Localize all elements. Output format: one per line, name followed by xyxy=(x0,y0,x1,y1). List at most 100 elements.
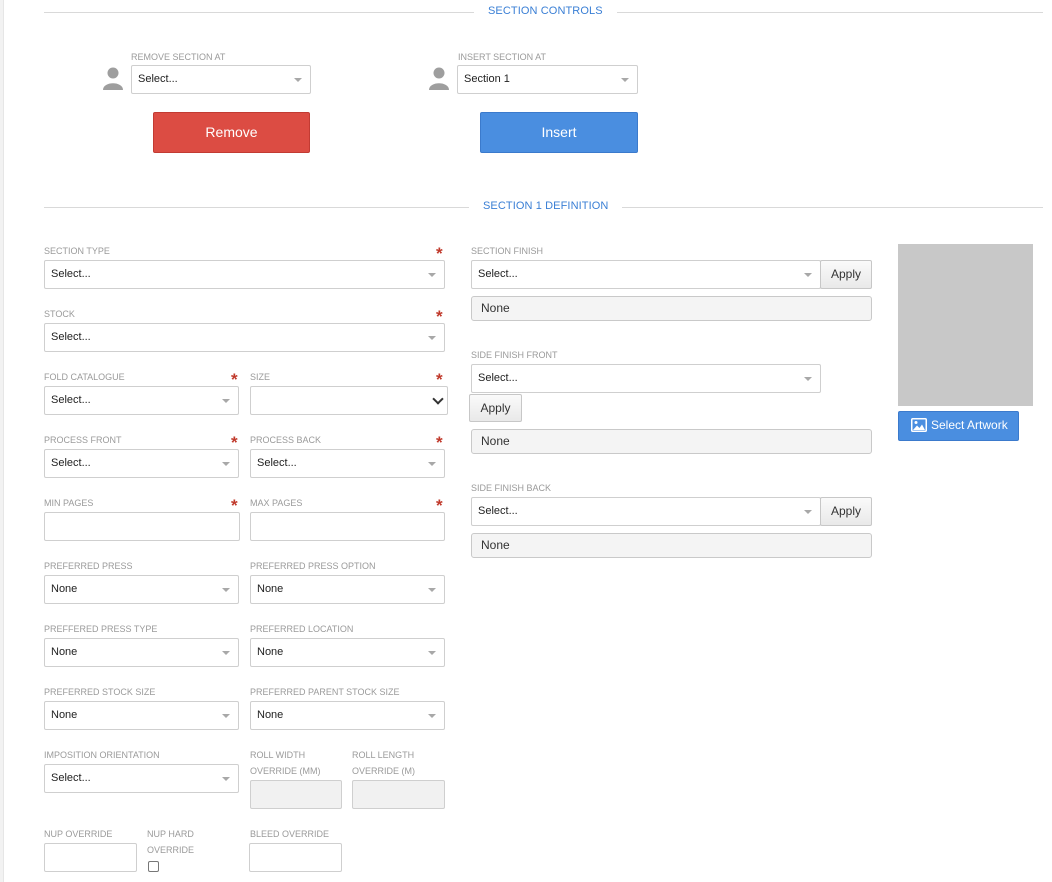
required-marker: * xyxy=(231,496,238,515)
side-finish-front-select[interactable]: Select... xyxy=(471,364,821,393)
insert-section-label: INSERT SECTION AT xyxy=(458,52,547,62)
caret-down-icon xyxy=(294,78,302,82)
size-label: SIZE xyxy=(250,372,271,382)
required-marker: * xyxy=(436,433,443,452)
imposition-orientation-select[interactable]: Select... xyxy=(44,764,239,793)
process-front-select[interactable]: Select... xyxy=(44,449,239,478)
caret-down-icon xyxy=(222,588,230,592)
preferred-press-option-select[interactable]: None xyxy=(250,575,445,604)
fold-catalogue-select[interactable]: Select... xyxy=(44,386,239,415)
min-pages-label: MIN PAGES xyxy=(44,498,94,508)
roll-width-label-line2: OVERRIDE (MM) xyxy=(250,766,321,776)
user-icon xyxy=(429,67,449,90)
process-back-value: Select... xyxy=(257,457,297,469)
artwork-preview xyxy=(898,244,1033,406)
remove-button[interactable]: Remove xyxy=(153,112,310,153)
section-type-select[interactable]: Select... xyxy=(44,260,445,289)
preferred-press-value: None xyxy=(51,583,78,595)
required-marker: * xyxy=(436,496,443,515)
preffered-press-type-value: None xyxy=(51,646,78,658)
section-type-value: Select... xyxy=(51,268,91,280)
caret-down-icon xyxy=(804,273,812,277)
section-finish-value: Select... xyxy=(478,268,518,280)
user-icon xyxy=(103,67,123,90)
nup-override-label: NUP OVERRIDE xyxy=(44,829,113,839)
preferred-stock-size-select[interactable]: None xyxy=(44,701,239,730)
side-finish-front-applied: None xyxy=(471,429,872,454)
preferred-location-value: None xyxy=(257,646,284,658)
process-back-label: PROCESS BACK xyxy=(250,435,322,445)
preferred-press-select[interactable]: None xyxy=(44,575,239,604)
caret-down-icon xyxy=(222,462,230,466)
section-controls-title: SECTION CONTROLS xyxy=(474,5,617,17)
side-finish-back-label: SIDE FINISH BACK xyxy=(471,483,552,493)
section-definition-title: SECTION 1 DEFINITION xyxy=(469,200,623,212)
insert-button[interactable]: Insert xyxy=(480,112,638,153)
bleed-override-input[interactable] xyxy=(249,843,342,872)
roll-length-label-line2: OVERRIDE (M) xyxy=(352,766,415,776)
section-type-label: SECTION TYPE xyxy=(44,246,110,256)
size-select[interactable] xyxy=(250,386,448,415)
stock-label: STOCK xyxy=(44,309,75,319)
preferred-press-label: PREFERRED PRESS xyxy=(44,561,133,571)
preferred-press-option-value: None xyxy=(257,583,284,595)
max-pages-input[interactable] xyxy=(250,512,445,541)
nup-hard-label-line1: NUP HARD xyxy=(147,829,194,839)
fold-catalogue-value: Select... xyxy=(51,394,91,406)
caret-down-icon xyxy=(428,462,436,466)
select-artwork-button[interactable]: Select Artwork xyxy=(898,411,1019,441)
process-back-select[interactable]: Select... xyxy=(250,449,445,478)
caret-down-icon xyxy=(428,336,436,340)
required-marker: * xyxy=(231,370,238,389)
section-finish-apply-button[interactable]: Apply xyxy=(820,260,872,289)
required-marker: * xyxy=(436,370,443,389)
nup-override-input[interactable] xyxy=(44,843,137,872)
insert-section-select[interactable]: Section 1 xyxy=(457,65,638,94)
insert-section-value: Section 1 xyxy=(464,73,510,85)
roll-width-override-input[interactable] xyxy=(250,780,342,809)
caret-down-icon xyxy=(428,714,436,718)
fold-catalogue-label: FOLD CATALOGUE xyxy=(44,372,125,382)
min-pages-input[interactable] xyxy=(44,512,240,541)
preferred-parent-stock-size-select[interactable]: None xyxy=(250,701,445,730)
required-marker: * xyxy=(436,244,443,263)
preffered-press-type-label: PREFFERED PRESS TYPE xyxy=(44,624,158,634)
section-finish-label: SECTION FINISH xyxy=(471,246,544,256)
select-artwork-label: Select Artwork xyxy=(931,418,1008,432)
remove-section-label: REMOVE SECTION AT xyxy=(131,52,226,62)
caret-down-icon xyxy=(428,588,436,592)
nup-hard-override-checkbox[interactable] xyxy=(148,861,159,872)
chevron-down-icon xyxy=(432,393,444,405)
preferred-parent-stock-size-label: PREFERRED PARENT STOCK SIZE xyxy=(250,687,400,697)
roll-length-label-line1: ROLL LENGTH xyxy=(352,750,415,760)
side-finish-back-apply-button[interactable]: Apply xyxy=(820,497,872,526)
side-finish-back-select[interactable]: Select... xyxy=(471,497,821,526)
left-border xyxy=(0,0,4,882)
preffered-press-type-select[interactable]: None xyxy=(44,638,239,667)
preferred-location-select[interactable]: None xyxy=(250,638,445,667)
stock-value: Select... xyxy=(51,331,91,343)
remove-section-value: Select... xyxy=(138,73,178,85)
section-finish-select[interactable]: Select... xyxy=(471,260,821,289)
remove-section-select[interactable]: Select... xyxy=(131,65,311,94)
preferred-stock-size-value: None xyxy=(51,709,78,721)
required-marker: * xyxy=(436,307,443,326)
imposition-orientation-value: Select... xyxy=(51,772,91,784)
caret-down-icon xyxy=(804,377,812,381)
caret-down-icon xyxy=(428,273,436,277)
side-finish-back-applied: None xyxy=(471,533,872,558)
side-finish-front-apply-button[interactable]: Apply xyxy=(469,394,522,422)
roll-width-label-line1: ROLL WIDTH xyxy=(250,750,306,760)
caret-down-icon xyxy=(222,777,230,781)
process-front-label: PROCESS FRONT xyxy=(44,435,122,445)
side-finish-front-label: SIDE FINISH FRONT xyxy=(471,350,558,360)
side-finish-back-value: Select... xyxy=(478,505,518,517)
caret-down-icon xyxy=(621,78,629,82)
roll-length-override-input[interactable] xyxy=(352,780,445,809)
stock-select[interactable]: Select... xyxy=(44,323,445,352)
image-icon xyxy=(911,418,927,432)
bleed-override-label: BLEED OVERRIDE xyxy=(250,829,330,839)
preferred-location-label: PREFERRED LOCATION xyxy=(250,624,354,634)
imposition-orientation-label: IMPOSITION ORIENTATION xyxy=(44,750,160,760)
preferred-parent-stock-size-value: None xyxy=(257,709,284,721)
